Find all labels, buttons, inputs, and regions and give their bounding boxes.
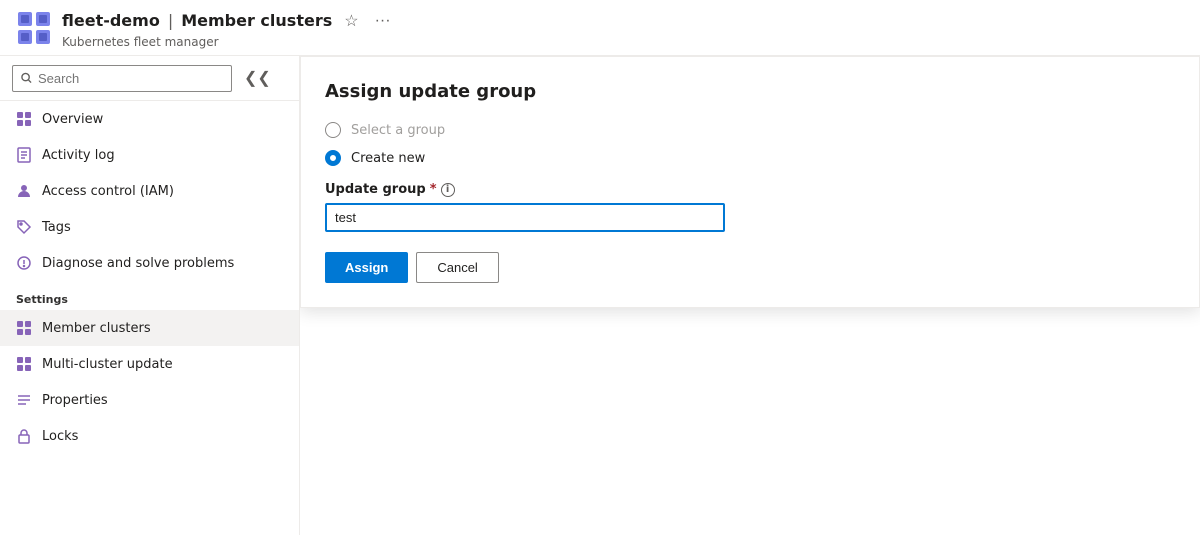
diagnose-label: Diagnose and solve problems (42, 256, 234, 271)
settings-section-label: Settings (0, 281, 299, 310)
activity-log-label: Activity log (42, 148, 115, 163)
properties-label: Properties (42, 393, 108, 408)
radio-create-label: Create new (351, 151, 425, 166)
multi-cluster-icon (16, 356, 32, 372)
content-area: ＋ Add 🗑 Remove ↻ Refresh Assign update g… (300, 56, 1200, 535)
favorite-button[interactable]: ☆ (340, 7, 362, 35)
sidebar: ❮❮ Overview Activity log Access control … (0, 56, 300, 535)
page-title: Member clusters (181, 11, 332, 30)
member-clusters-label: Member clusters (42, 321, 151, 336)
sidebar-item-activity-log[interactable]: Activity log (0, 137, 299, 173)
sidebar-item-tags[interactable]: Tags (0, 209, 299, 245)
update-group-field-label: Update group * i (325, 182, 1175, 197)
member-clusters-icon (16, 320, 32, 336)
info-icon[interactable]: i (441, 183, 455, 197)
radio-select-group[interactable]: Select a group (325, 122, 1175, 138)
main-layout: ❮❮ Overview Activity log Access control … (0, 56, 1200, 535)
app-name: fleet-demo (62, 11, 160, 30)
search-icon (21, 72, 32, 84)
header-separator: | (168, 11, 173, 30)
app-icon (16, 10, 52, 46)
more-options-button[interactable]: ··· (371, 8, 395, 34)
assign-update-group-panel: Assign update group Select a group Creat… (300, 56, 1200, 308)
access-control-label: Access control (IAM) (42, 184, 174, 199)
locks-label: Locks (42, 429, 78, 444)
sidebar-item-properties[interactable]: Properties (0, 382, 299, 418)
sidebar-item-member-clusters[interactable]: Member clusters (0, 310, 299, 346)
collapse-button[interactable]: ❮❮ (240, 64, 275, 92)
subtitle: Kubernetes fleet manager (62, 35, 395, 49)
header-title: fleet-demo | Member clusters ☆ ··· Kuber… (62, 7, 395, 49)
radio-create-circle (325, 150, 341, 166)
multi-cluster-label: Multi-cluster update (42, 357, 173, 372)
sidebar-item-locks[interactable]: Locks (0, 418, 299, 454)
radio-select-circle (325, 122, 341, 138)
overview-icon (16, 111, 32, 127)
radio-select-label: Select a group (351, 123, 445, 138)
panel-button-row: Assign Cancel (325, 252, 1175, 283)
radio-create-new[interactable]: Create new (325, 150, 1175, 166)
search-field[interactable] (38, 71, 223, 86)
diagnose-icon (16, 255, 32, 271)
locks-icon (16, 428, 32, 444)
required-star: * (430, 182, 437, 197)
overview-label: Overview (42, 112, 103, 127)
search-input-wrapper[interactable] (12, 65, 232, 92)
access-control-icon (16, 183, 32, 199)
activity-log-icon (16, 147, 32, 163)
cancel-button[interactable]: Cancel (416, 252, 498, 283)
top-header: fleet-demo | Member clusters ☆ ··· Kuber… (0, 0, 1200, 56)
sidebar-item-access-control[interactable]: Access control (IAM) (0, 173, 299, 209)
update-group-input[interactable] (325, 203, 725, 232)
properties-icon (16, 392, 32, 408)
sidebar-item-overview[interactable]: Overview (0, 101, 299, 137)
sidebar-item-multi-cluster-update[interactable]: Multi-cluster update (0, 346, 299, 382)
sidebar-item-diagnose[interactable]: Diagnose and solve problems (0, 245, 299, 281)
tags-icon (16, 219, 32, 235)
search-bar: ❮❮ (0, 56, 299, 101)
assign-button[interactable]: Assign (325, 252, 408, 283)
panel-title: Assign update group (325, 81, 1175, 102)
tags-label: Tags (42, 220, 71, 235)
